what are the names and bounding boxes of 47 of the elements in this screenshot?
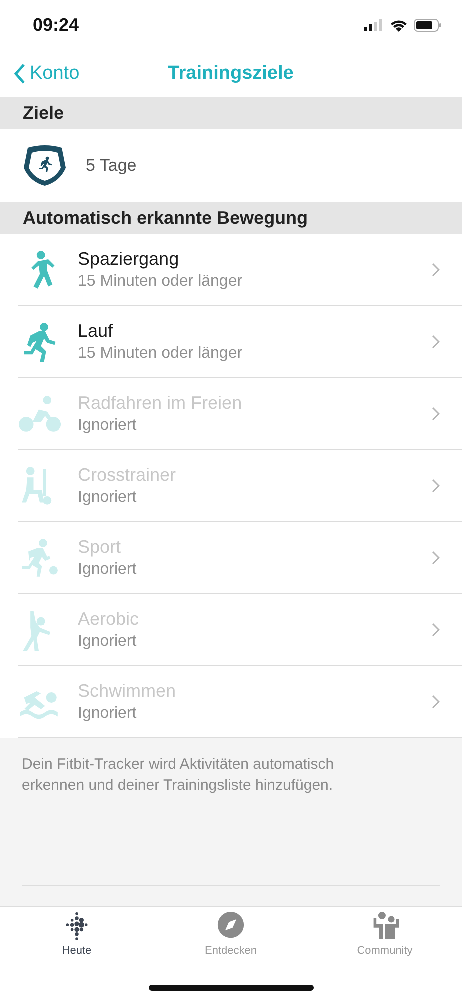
signal-icon: [364, 19, 384, 31]
activity-name: Sport: [78, 536, 122, 558]
chevron-icon: [432, 623, 440, 637]
people-icon: [371, 911, 399, 941]
tab-bar-item[interactable]: Entdecken: [171, 911, 291, 999]
activity-status: Ignoriert: [78, 632, 138, 652]
chevron-icon: [432, 335, 440, 349]
bike-icon: [17, 393, 61, 435]
clock: 09:24: [33, 14, 80, 36]
activity-status: Ignoriert: [78, 488, 138, 508]
chevron-icon: [432, 479, 440, 493]
activity-status: Ignoriert: [78, 704, 138, 724]
activity-status: Ignoriert: [78, 416, 138, 436]
activity-row[interactable]: Crosstrainer Ignoriert: [0, 450, 462, 522]
activity-status: 15 Minuten oder länger: [78, 272, 244, 292]
activity-name: Radfahren im Freien: [78, 392, 244, 414]
chevron-icon: [432, 407, 440, 421]
activity-row[interactable]: Radfahren im Freien Ignoriert: [0, 378, 462, 450]
section-header: Ziele: [23, 102, 64, 124]
chevron-icon: [432, 695, 440, 709]
tab-bar-item[interactable]: Heute: [17, 911, 137, 999]
activity-status: 15 Minuten oder länger: [78, 344, 244, 364]
activity-row[interactable]: Lauf 15 Minuten oder länger: [0, 306, 462, 378]
runner-badge-icon: [22, 144, 68, 188]
back-button[interactable]: Konto: [0, 62, 80, 84]
goal-value: 5 Tage: [86, 156, 137, 176]
footnote-text: Dein Fitbit-Tracker wird Aktivitäten automatisch erkennen und deiner Trainingsliste hinzufügen.: [22, 755, 336, 796]
screen-title: Trainingsziele: [168, 62, 294, 84]
activity-row[interactable]: Spaziergang 15 Minuten oder länger: [0, 234, 462, 306]
battery-icon: [414, 18, 442, 32]
activity-name: Lauf: [78, 320, 114, 342]
activity-name: Aerobic: [78, 608, 140, 630]
activity-name: Crosstrainer: [78, 464, 178, 486]
chevron-icon: [432, 263, 440, 277]
compass-icon: [217, 911, 245, 941]
goal-row[interactable]: 5 Tage: [0, 129, 462, 202]
activity-status: Ignoriert: [78, 560, 138, 580]
back-chevron-icon: [14, 64, 26, 84]
wifi-icon: [390, 18, 408, 32]
activity-name: Schwimmen: [78, 680, 178, 702]
activity-row[interactable]: Sport Ignoriert: [0, 522, 462, 594]
tab-bar-item[interactable]: Community: [325, 911, 445, 999]
activity-name: Spaziergang: [78, 248, 180, 270]
activity-row[interactable]: Schwimmen Ignoriert: [0, 666, 462, 738]
activity-row[interactable]: Aerobic Ignoriert: [0, 594, 462, 666]
chevron-icon: [432, 551, 440, 565]
section-header: Automatisch erkannte Bewegung: [23, 208, 308, 228]
